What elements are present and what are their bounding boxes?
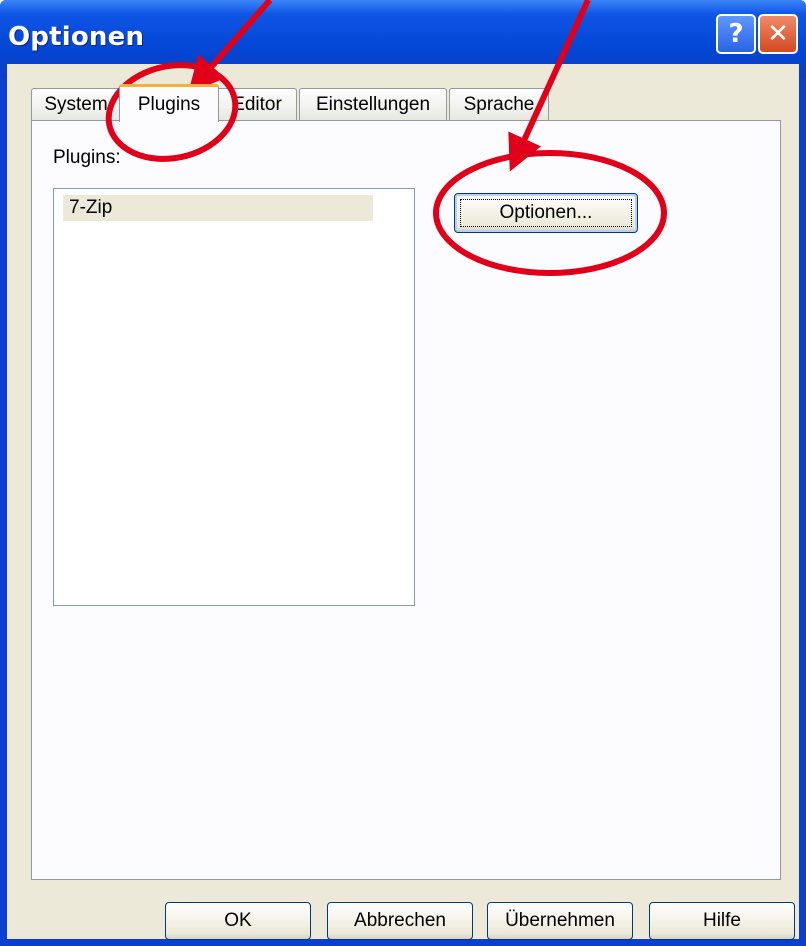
tab-einstellungen[interactable]: Einstellungen	[299, 88, 447, 120]
button-label: Übernehmen	[505, 910, 615, 931]
button-label: Abbrechen	[354, 910, 446, 931]
tab-label: System	[44, 93, 108, 115]
tab-label: Sprache	[463, 93, 535, 115]
button-label: Optionen...	[499, 202, 593, 223]
tab-system[interactable]: System	[31, 88, 121, 120]
close-icon: ✕	[767, 19, 789, 49]
plugins-label: Plugins:	[53, 147, 121, 168]
cancel-button[interactable]: Abbrechen	[327, 902, 473, 940]
tab-label: Editor	[232, 93, 282, 115]
plugins-panel: Plugins: 7-Zip Optionen...	[31, 120, 781, 880]
tab-editor[interactable]: Editor	[217, 88, 297, 120]
window-title: Optionen	[8, 22, 145, 52]
help-footer-button[interactable]: Hilfe	[649, 902, 795, 940]
plugin-options-button[interactable]: Optionen...	[454, 193, 638, 233]
button-label: Hilfe	[702, 910, 741, 931]
close-button[interactable]: ✕	[758, 14, 798, 54]
apply-button[interactable]: Übernehmen	[487, 902, 633, 940]
help-icon: ?	[728, 19, 744, 49]
options-dialog: Optionen ? ✕ System Plugins Editor Einst…	[0, 0, 806, 946]
list-item[interactable]: 7-Zip	[63, 195, 373, 221]
tab-plugins[interactable]: Plugins	[119, 84, 219, 122]
tab-label: Einstellungen	[315, 93, 431, 115]
tab-sprache[interactable]: Sprache	[449, 88, 549, 120]
ok-button[interactable]: OK	[165, 902, 311, 940]
plugins-list[interactable]: 7-Zip	[53, 188, 415, 606]
tab-label: Plugins	[137, 93, 201, 115]
dialog-body: System Plugins Editor Einstellungen Spra…	[7, 64, 799, 940]
button-label: OK	[224, 910, 252, 931]
help-button[interactable]: ?	[716, 14, 756, 54]
